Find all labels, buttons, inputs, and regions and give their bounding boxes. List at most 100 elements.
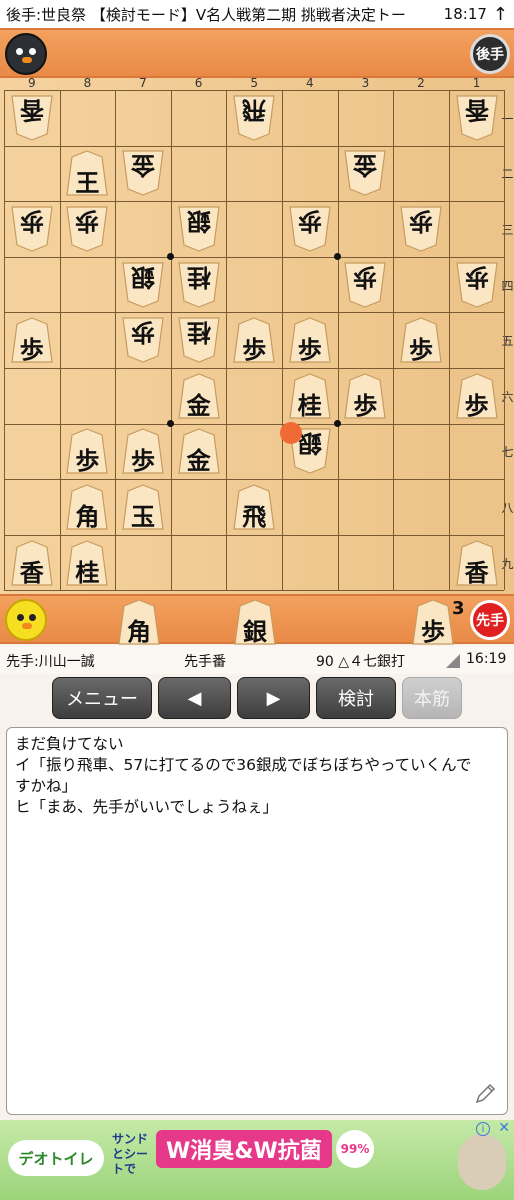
sente-piece[interactable]: 歩 (120, 427, 166, 475)
grid-line (337, 90, 339, 590)
sente-piece[interactable]: 金 (176, 372, 222, 420)
gote-piece[interactable]: 香 (454, 94, 500, 142)
piece-label: 金 (131, 151, 155, 181)
grid-line (282, 90, 283, 590)
control-bar: メニュー ◀ ▶ 検討 本筋 (0, 674, 514, 724)
mainline-button[interactable]: 本筋 (402, 677, 462, 719)
gote-piece[interactable]: 金 (120, 149, 166, 197)
rank-label: 六 (501, 389, 514, 404)
rank-label: 九 (501, 556, 514, 571)
sente-piece[interactable]: 歩 (64, 427, 110, 475)
piece-label: 銀 (186, 207, 211, 236)
next-move-button[interactable]: ▶ (237, 677, 310, 719)
last-move-text: 90 △４七銀打 (316, 654, 406, 670)
grid-line (4, 201, 504, 203)
sente-piece[interactable]: 歩 (454, 372, 500, 420)
sente-piece[interactable]: 桂 (287, 372, 333, 420)
menu-button[interactable]: メニュー (52, 677, 152, 719)
grid-line (393, 90, 395, 590)
piece-label: 香 (19, 557, 44, 587)
sente-piece[interactable]: 金 (176, 427, 222, 475)
sente-piece[interactable]: 桂 (64, 539, 110, 587)
piece-label: 玉 (131, 502, 155, 531)
grid-line (4, 145, 504, 147)
gote-piece[interactable]: 歩 (64, 205, 110, 253)
sente-piece[interactable]: 歩 (9, 316, 55, 364)
piece-label: 銀 (243, 617, 267, 646)
grid-line (4, 590, 504, 592)
sente-piece[interactable]: 歩 (231, 316, 277, 364)
piece-label: 桂 (186, 318, 211, 348)
info-bar: 先手:川山一誠 先手番 90 △４七銀打 16:19 (0, 646, 514, 674)
ad-brand: デオトイレ (8, 1140, 104, 1176)
sente-piece[interactable]: 香 (454, 539, 500, 587)
piece-label: 桂 (186, 262, 211, 292)
shogi-board[interactable]: 987654321一二三四五六七八九香飛香王金金歩歩銀歩歩銀桂歩歩歩歩桂歩歩歩金… (0, 76, 514, 594)
gote-piece[interactable]: 桂 (176, 316, 222, 364)
sente-piece[interactable]: 香 (9, 539, 55, 587)
file-label: 2 (417, 76, 425, 90)
gote-piece[interactable]: 歩 (287, 205, 333, 253)
piece-label: 桂 (75, 557, 100, 587)
app-root: 後手:世良祭 【検討モード】V名人戦第二期 挑戦者決定トー 18:17 ↑ 後手… (0, 0, 514, 1200)
piece-label: 銀 (131, 262, 155, 292)
grid-line (4, 90, 504, 91)
prev-move-button[interactable]: ◀ (158, 677, 231, 719)
piece-label: 香 (464, 95, 489, 125)
grid-line (4, 423, 504, 425)
star-point (334, 420, 342, 428)
piece-label: 金 (353, 151, 378, 181)
sente-piece[interactable]: 歩 (342, 372, 388, 420)
hand-piece[interactable]: 銀 (232, 598, 278, 646)
sente-piece[interactable]: 玉 (120, 483, 166, 531)
ad-subtext: サンドとシートで (112, 1132, 149, 1176)
gote-piece[interactable]: 歩 (398, 205, 444, 253)
beak-icon (22, 623, 32, 629)
hand-piece[interactable]: 歩 (410, 598, 456, 646)
grid-line (4, 368, 504, 369)
analyze-button[interactable]: 検討 (316, 677, 396, 719)
piece-label: 飛 (242, 502, 267, 531)
piece-label: 歩 (353, 262, 378, 292)
piece-label: 金 (186, 390, 211, 420)
cat-image (458, 1134, 506, 1190)
sente-avatar-icon[interactable] (5, 599, 47, 641)
sente-piece[interactable]: 角 (64, 483, 110, 531)
gote-piece[interactable]: 歩 (120, 316, 166, 364)
hand-piece[interactable]: 角 (116, 598, 162, 646)
gote-piece[interactable]: 歩 (342, 261, 388, 309)
piece-label: 歩 (464, 390, 489, 420)
piece-label: 歩 (421, 617, 445, 646)
gote-avatar-icon[interactable] (5, 33, 47, 75)
sente-piece[interactable]: 王 (64, 149, 110, 197)
sente-piece[interactable]: 歩 (287, 316, 333, 364)
gote-piece[interactable]: 歩 (454, 261, 500, 309)
file-label: 7 (139, 76, 147, 90)
grid-line (504, 90, 506, 590)
ad-close-icon[interactable]: ✕ (498, 1120, 510, 1136)
piece-label: 飛 (242, 95, 267, 125)
ad-info-icon[interactable]: i (476, 1122, 490, 1136)
gote-piece[interactable]: 香 (9, 94, 55, 142)
sente-badge: 先手 (470, 600, 510, 640)
ad-percent: 99% (336, 1130, 374, 1168)
gote-piece[interactable]: 銀 (120, 261, 166, 309)
sente-piece[interactable]: 飛 (231, 483, 277, 531)
piece-label: 歩 (242, 335, 267, 365)
gote-piece[interactable]: 桂 (176, 261, 222, 309)
ad-banner[interactable]: デオトイレ サンドとシートで W消臭&W抗菌 99% i ✕ (0, 1120, 514, 1200)
grid-line (59, 90, 61, 590)
gote-piece[interactable]: 金 (342, 149, 388, 197)
comment-box[interactable]: まだ負けてない イ「振り飛車、57に打てるので36銀成でぼちぼちやっていくんで … (6, 727, 508, 1115)
file-label: 4 (305, 76, 314, 90)
gote-piece[interactable]: 歩 (9, 205, 55, 253)
gote-piece[interactable]: 飛 (231, 94, 277, 142)
sente-piece[interactable]: 歩 (398, 316, 444, 364)
gote-piece[interactable]: 銀 (176, 205, 222, 253)
upload-arrow-icon: ↑ (492, 3, 508, 25)
rank-label: 五 (501, 334, 514, 349)
grid-line (4, 256, 504, 258)
file-label: 3 (361, 76, 370, 90)
pencil-icon[interactable] (473, 1082, 497, 1106)
grid-line (170, 90, 172, 590)
